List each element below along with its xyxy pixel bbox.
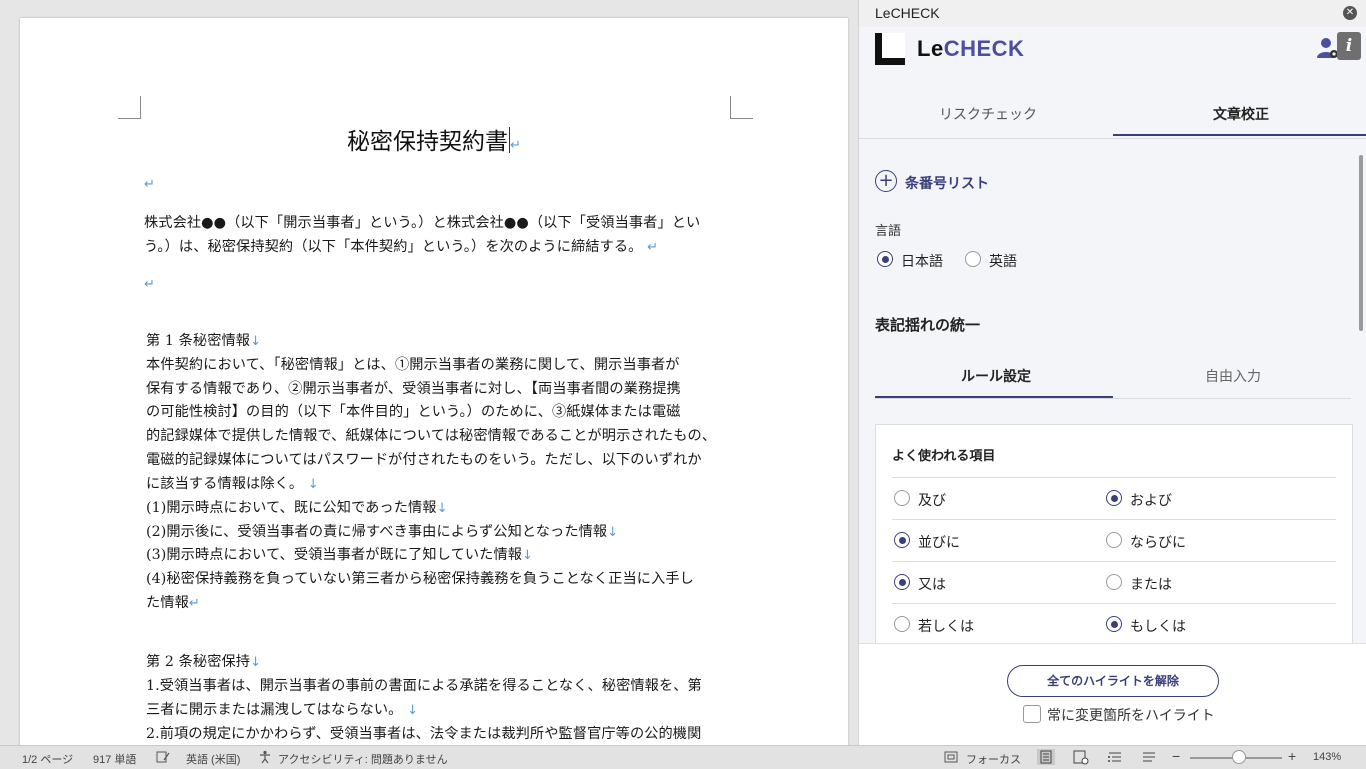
pane-footer: 全てのハイライトを解除 常に変更箇所をハイライト xyxy=(859,643,1366,746)
intro-line-1[interactable]: 株式会社●●（以下「開示当事者」という。）と株式会社●●（以下「受領当事者」とい xyxy=(144,212,700,232)
word-count[interactable]: 917 単語 xyxy=(93,751,136,767)
active-tab-indicator xyxy=(1113,134,1366,136)
article-1-line[interactable]: の可能性検討】の目的（以下「本件目的」という。）のために、③紙媒体または電磁 xyxy=(146,401,681,421)
margin-corner-top-right xyxy=(730,96,753,119)
rule-option-right[interactable] xyxy=(1106,574,1122,590)
draft-view-icon[interactable] xyxy=(1140,749,1158,765)
article-2-heading[interactable]: 第 2 条秘密保持↓ xyxy=(146,651,261,671)
zoom-in-button[interactable]: + xyxy=(1288,748,1296,764)
web-layout-view-icon[interactable] xyxy=(1072,749,1090,765)
article-2-line[interactable]: 1.受領当事者は、開示当事者の事前の書面による承諾を得ることなく、秘密情報を、第 xyxy=(146,675,702,695)
paragraph-mark: ↵ xyxy=(144,277,155,292)
outline-view-icon[interactable] xyxy=(1106,749,1124,765)
article-1-item[interactable]: (2)開示後に、受領当事者の責に帰すべき事由によらず公知となった情報↓ xyxy=(146,521,618,541)
status-bar: 1/2 ページ 917 単語 英語 (米国) アクセシビリティ: 問題ありません… xyxy=(0,745,1366,769)
article-1-line[interactable]: 本件契約において、「秘密情報」とは、①開示当事者の業務に関して、開示当事者が xyxy=(146,354,680,374)
accessibility-status[interactable]: アクセシビリティ: 問題ありません xyxy=(278,751,448,767)
zoom-level[interactable]: 143% xyxy=(1313,751,1341,763)
margin-corner-top-left xyxy=(118,96,141,119)
brand-name: LeCHECK xyxy=(917,36,1025,61)
zoom-out-button[interactable]: − xyxy=(1172,748,1180,764)
active-subtab-indicator xyxy=(875,396,1113,398)
lecheck-pane: LeCHECK ✕ LeCHECK i リスクチェック 文章校正 + 条番号リス… xyxy=(858,0,1366,746)
rule-option-right[interactable] xyxy=(1106,532,1122,548)
rule-option-right-label: および xyxy=(1130,492,1172,508)
page-count[interactable]: 1/2 ページ xyxy=(22,751,73,767)
rule-option-right[interactable] xyxy=(1106,490,1122,506)
radio-japanese[interactable] xyxy=(877,251,893,267)
rule-option-left-label: 及び xyxy=(918,492,946,508)
rule-option-left-label: 並びに xyxy=(918,534,960,550)
tab-risk-check[interactable]: リスクチェック xyxy=(939,104,1037,124)
article-1-item[interactable]: (4)秘密保持義務を負っていない第三者から秘密保持義務を負うことなく正当に入手し xyxy=(146,568,694,588)
user-settings-icon[interactable] xyxy=(1317,36,1339,60)
print-layout-view-icon[interactable] xyxy=(1037,749,1055,765)
document-title[interactable]: 秘密保持契約書 ↵ xyxy=(20,122,848,156)
rule-option-right-label: または xyxy=(1130,576,1172,592)
pane-scrollbar[interactable] xyxy=(1359,155,1363,331)
main-tabs: リスクチェック 文章校正 xyxy=(859,92,1366,139)
logo-mark-icon xyxy=(875,33,905,65)
document-page[interactable]: 秘密保持契約書 ↵ ↵ 株式会社●●（以下「開示当事者」という。）と株式会社●●（… xyxy=(20,18,848,745)
rule-row: 並びに ならびに xyxy=(892,519,1336,561)
info-icon[interactable]: i xyxy=(1337,32,1361,60)
focus-mode-label[interactable]: フォーカス xyxy=(966,751,1021,767)
rule-row: 及び および xyxy=(892,477,1336,519)
clear-highlights-button[interactable]: 全てのハイライトを解除 xyxy=(1007,665,1219,697)
tab-free-input[interactable]: 自由入力 xyxy=(1205,366,1261,386)
plus-icon: + xyxy=(875,170,897,192)
rule-option-left[interactable] xyxy=(894,490,910,506)
intro-line-2[interactable]: う。）は、秘密保持契約（以下「本件契約」という。）を次のように締結する。 ↵ xyxy=(144,236,658,256)
always-highlight-checkbox[interactable] xyxy=(1023,705,1041,723)
article-1-item[interactable]: た情報↵ xyxy=(146,592,200,612)
always-highlight-label: 常に変更箇所をハイライト xyxy=(1047,707,1215,723)
rule-option-left[interactable] xyxy=(894,574,910,590)
sub-tabs: ルール設定 自由入力 xyxy=(875,354,1351,399)
card-title: よく使われる項目 xyxy=(892,448,996,463)
section-title: 表記揺れの統一 xyxy=(875,317,981,334)
article-1-line[interactable]: 電磁的記録媒体についてはパスワードが付されたものをいう。ただし、以下のいずれか xyxy=(146,449,702,469)
article-1-heading[interactable]: 第 1 条秘密情報↓ xyxy=(146,330,261,350)
rule-option-right[interactable] xyxy=(1106,616,1122,632)
article-2-line[interactable]: 三者に開示または漏洩してはならない。 ↓ xyxy=(146,699,418,719)
radio-english-label: 英語 xyxy=(989,253,1017,269)
focus-icon[interactable] xyxy=(944,751,958,763)
rule-option-left-label: 若しくは xyxy=(918,618,974,634)
radio-english[interactable] xyxy=(965,251,981,267)
article-1-item[interactable]: (1)開示時点において、既に公知であった情報↓ xyxy=(146,497,448,517)
proofing-icon[interactable] xyxy=(156,751,170,763)
rule-option-right-label: もしくは xyxy=(1130,618,1186,634)
rule-option-right-label: ならびに xyxy=(1130,534,1186,550)
language-status[interactable]: 英語 (米国) xyxy=(186,751,240,767)
article-1-item[interactable]: (3)開示時点において、受領当事者が既に了知していた情報↓ xyxy=(146,544,533,564)
article-1-line[interactable]: 的記録媒体で提供した情報で、紙媒体については秘密情報であることが明示されたもの、 xyxy=(146,425,716,445)
rule-row: 若しくは もしくは xyxy=(892,603,1336,645)
article-1-line[interactable]: 保有する情報であり、②開示当事者が、受領当事者に対し、【両当事者間の業務提携 xyxy=(146,378,681,398)
rules-card: よく使われる項目 及び および 並びに ならびに 又は または 若しくは もしく… xyxy=(875,424,1353,656)
tab-proofreading[interactable]: 文章校正 xyxy=(1213,104,1269,124)
document-area[interactable]: 秘密保持契約書 ↵ ↵ 株式会社●●（以下「開示当事者」という。）と株式会社●●（… xyxy=(0,0,858,745)
tab-rule-settings[interactable]: ルール設定 xyxy=(961,366,1031,386)
rule-option-left[interactable] xyxy=(894,616,910,632)
close-icon[interactable]: ✕ xyxy=(1343,6,1357,20)
pane-title-bar: LeCHECK ✕ xyxy=(859,0,1366,27)
article-2-line[interactable]: 2.前項の規定にかかわらず、受領当事者は、法令または裁判所や監督官庁等の公的機関 xyxy=(146,723,701,743)
add-article-list-label: 条番号リスト xyxy=(905,175,989,191)
pane-title: LeCHECK xyxy=(875,5,940,21)
rule-row: 又は または xyxy=(892,561,1336,603)
rule-option-left-label: 又は xyxy=(918,576,946,592)
paragraph-mark: ↵ xyxy=(144,177,155,192)
rule-option-left[interactable] xyxy=(894,532,910,548)
zoom-slider-handle[interactable] xyxy=(1232,750,1246,764)
accessibility-icon xyxy=(260,750,270,764)
radio-japanese-label: 日本語 xyxy=(901,253,943,269)
article-1-line[interactable]: に該当する情報は除く。 ↓ xyxy=(146,473,319,493)
language-label: 言語 xyxy=(875,223,902,238)
